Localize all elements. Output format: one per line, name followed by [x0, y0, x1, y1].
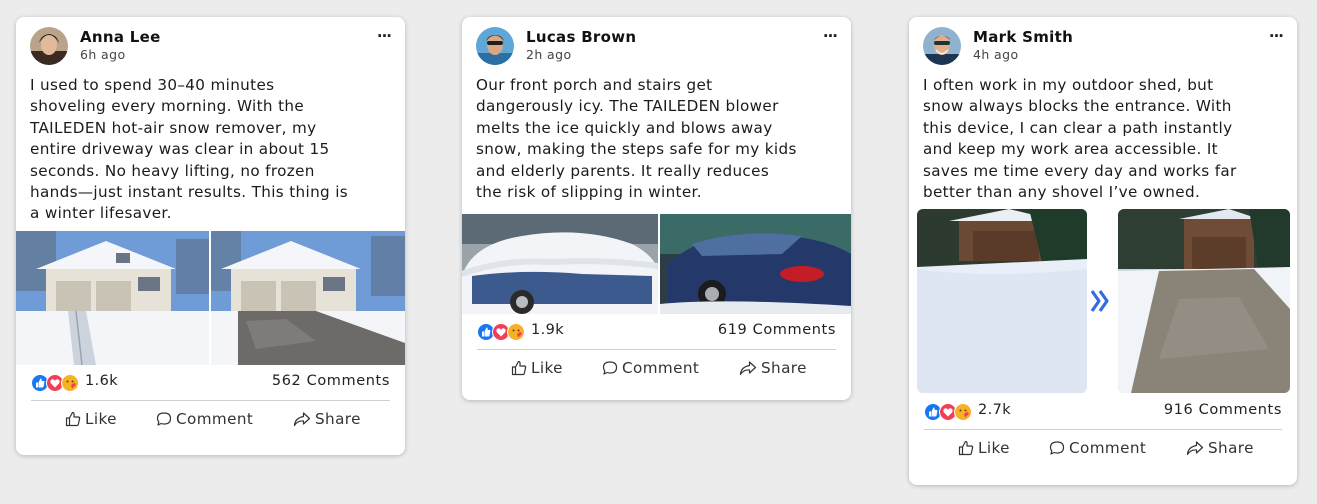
post-text-line: dangerously icy. The TAILEDEN blower — [476, 97, 779, 116]
post-text: I used to spend 30–40 minutes shoveling … — [16, 75, 405, 225]
like-label: Like — [531, 359, 563, 378]
post-photos[interactable] — [462, 214, 851, 315]
comment-label: Comment — [622, 359, 700, 378]
like-button[interactable]: Like — [958, 439, 1010, 457]
like-label: Like — [85, 409, 117, 428]
photo-before[interactable] — [917, 209, 1087, 394]
share-arrow-icon — [293, 412, 311, 426]
avatar[interactable] — [30, 27, 68, 65]
comment-label: Comment — [176, 409, 254, 428]
post-text: Our front porch and stairs get dangerous… — [462, 75, 851, 203]
post-text-line: and keep my work area accessible. It — [923, 140, 1218, 159]
post-stats: 2.7k 916 Comments — [924, 394, 1282, 431]
reaction-count[interactable]: 1.6k — [85, 373, 118, 389]
reaction-icons[interactable] — [477, 323, 529, 342]
post-text-line: melts the ice quickly and blows away — [476, 118, 773, 137]
post-card-mark-smith: Mark Smith 4h ago ··· I often work in my… — [909, 17, 1297, 485]
post-text-line: this device, I can clear a path instantl… — [923, 118, 1233, 137]
post-text-line: and elderly parents. It really reduces — [476, 161, 770, 180]
post-text-line: TAILEDEN hot-air snow remover, my — [30, 118, 317, 137]
post-text-line: the risk of slipping in winter. — [476, 183, 702, 202]
post-text-line: snow always blocks the entrance. With — [923, 97, 1232, 116]
post-header: Lucas Brown 2h ago ··· — [462, 17, 851, 75]
photo-after[interactable] — [660, 214, 851, 315]
post-text-line: snow, making the steps safe for my kids — [476, 140, 797, 159]
post-text-line: I often work in my outdoor shed, but — [923, 76, 1214, 94]
more-options-icon[interactable]: ··· — [823, 27, 838, 45]
share-arrow-icon — [739, 361, 757, 376]
comment-button[interactable]: Comment — [156, 410, 253, 428]
thumbs-up-icon — [958, 441, 974, 456]
like-button[interactable]: Like — [511, 359, 563, 377]
author-name[interactable]: Mark Smith — [973, 28, 1073, 46]
post-text-line: a winter lifesaver. — [30, 204, 172, 223]
photo-before[interactable] — [462, 214, 659, 315]
post-header: Anna Lee 6h ago ··· — [16, 17, 405, 75]
post-actions: Like Comment Share — [909, 430, 1297, 470]
comment-count[interactable]: 562 Comments — [272, 373, 390, 389]
comment-bubble-icon — [602, 361, 618, 376]
share-label: Share — [1208, 439, 1254, 458]
post-photos[interactable] — [909, 209, 1297, 394]
reaction-icons[interactable] — [31, 373, 83, 392]
post-card-anna-lee: Anna Lee 6h ago ··· I used to spend 30–4… — [16, 17, 405, 455]
photo-before[interactable] — [16, 230, 209, 365]
author-name[interactable]: Anna Lee — [80, 28, 161, 46]
avatar[interactable] — [923, 27, 961, 65]
post-text-line: hands—just instant results. This thing i… — [30, 183, 349, 202]
post-text-line: entire driveway was clear in about 15 — [30, 140, 330, 159]
avatar[interactable] — [476, 27, 514, 65]
reaction-icons[interactable] — [924, 403, 976, 422]
post-text: I often work in my outdoor shed, but sno… — [909, 75, 1297, 203]
post-time: 2h ago — [526, 47, 572, 62]
thumbs-up-icon — [65, 411, 81, 426]
more-options-icon[interactable]: ··· — [377, 27, 392, 45]
thumbs-up-icon — [511, 361, 527, 376]
comment-bubble-icon — [1049, 441, 1065, 456]
post-header: Mark Smith 4h ago ··· — [909, 17, 1297, 75]
photo-after[interactable] — [1118, 209, 1290, 394]
share-button[interactable]: Share — [739, 359, 807, 377]
share-label: Share — [761, 359, 807, 378]
comment-bubble-icon — [156, 412, 172, 426]
more-options-icon[interactable]: ··· — [1269, 27, 1284, 45]
post-actions: Like Comment Share — [462, 350, 851, 390]
comment-count[interactable]: 619 Comments — [718, 322, 836, 338]
comment-label: Comment — [1069, 439, 1147, 458]
reaction-count[interactable]: 1.9k — [531, 322, 564, 338]
post-text-line: seconds. No heavy lifting, no frozen — [30, 161, 315, 180]
post-text-line: saves me time every day and works far — [923, 161, 1237, 180]
post-text-line: better than any shovel I’ve owned. — [923, 183, 1201, 202]
share-label: Share — [315, 409, 361, 428]
post-actions: Like Comment Share — [16, 401, 405, 441]
share-button[interactable]: Share — [293, 410, 361, 428]
post-text-line: Our front porch and stairs get — [476, 76, 713, 94]
post-time: 4h ago — [973, 47, 1019, 62]
post-time: 6h ago — [80, 47, 126, 62]
like-button[interactable]: Like — [65, 410, 117, 428]
post-text-line: shoveling every morning. With the — [30, 97, 305, 116]
post-text-line: I used to spend 30–40 minutes — [30, 76, 275, 94]
double-chevron-right-icon — [1090, 290, 1109, 313]
reaction-count[interactable]: 2.7k — [978, 402, 1011, 418]
author-name[interactable]: Lucas Brown — [526, 28, 636, 46]
post-photos[interactable] — [16, 230, 405, 365]
post-card-lucas-brown: Lucas Brown 2h ago ··· Our front porch a… — [462, 17, 851, 400]
post-stats: 1.9k 619 Comments — [477, 314, 836, 351]
photo-after[interactable] — [211, 230, 405, 365]
like-label: Like — [978, 439, 1010, 458]
share-arrow-icon — [1186, 441, 1204, 456]
share-button[interactable]: Share — [1186, 439, 1254, 457]
post-stats: 1.6k 562 Comments — [31, 365, 390, 401]
comment-button[interactable]: Comment — [1049, 439, 1146, 457]
comment-count[interactable]: 916 Comments — [1164, 402, 1282, 418]
comment-button[interactable]: Comment — [602, 359, 699, 377]
